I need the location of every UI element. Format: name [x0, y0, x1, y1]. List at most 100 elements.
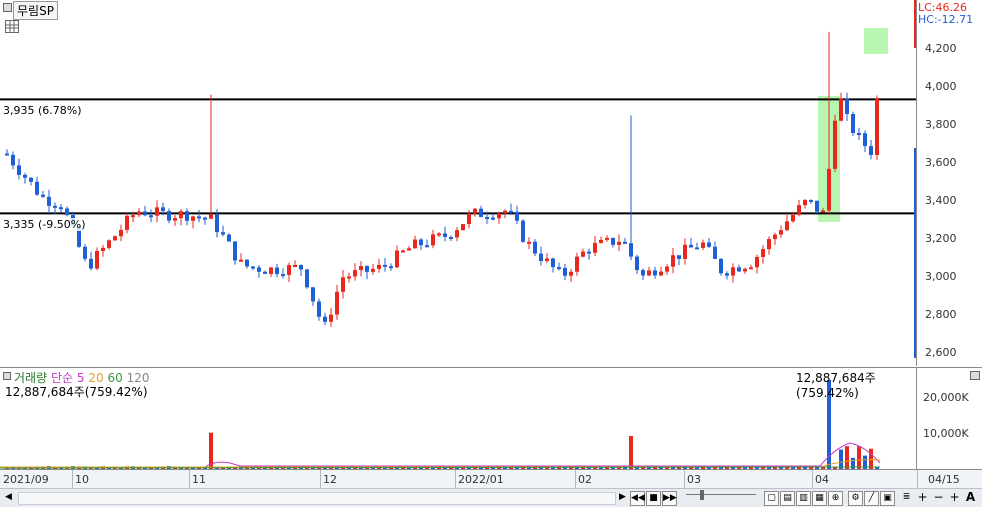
text-tool-icon[interactable]: A	[964, 491, 977, 504]
candle	[581, 248, 585, 258]
candle	[533, 239, 537, 257]
panel-menu-icon[interactable]	[970, 371, 980, 380]
layout-icon[interactable]: ▥	[796, 491, 811, 506]
panel-icon[interactable]: ▤	[780, 491, 795, 506]
candle	[401, 249, 405, 253]
candle	[341, 269, 345, 299]
candle	[317, 298, 321, 321]
candle	[845, 92, 849, 122]
candle	[23, 172, 27, 184]
candle	[293, 260, 297, 268]
stock-title[interactable]: 무림SP	[13, 1, 58, 20]
grid-icon[interactable]: ▦	[812, 491, 827, 506]
price-tick: 3,800	[925, 118, 957, 131]
panel-collapse-icon[interactable]	[3, 372, 11, 380]
candle	[89, 251, 93, 271]
candle	[203, 216, 207, 225]
candle	[311, 287, 315, 307]
candle	[569, 268, 573, 283]
candle	[155, 200, 159, 223]
hc-bar	[914, 148, 916, 358]
horizontal-scrollbar[interactable]	[18, 492, 616, 505]
candle	[539, 246, 543, 266]
volume-tick: 20,000K	[923, 391, 969, 404]
draw-line-icon[interactable]: ╱	[864, 491, 879, 506]
candle	[425, 239, 429, 248]
candle	[257, 265, 261, 278]
candle	[395, 245, 399, 269]
candle	[413, 235, 417, 249]
candle	[473, 207, 477, 217]
candle	[695, 242, 699, 250]
candle	[371, 263, 375, 275]
candle	[443, 226, 447, 242]
highlight-box	[864, 28, 888, 54]
fast-forward-icon[interactable]: ▶▶	[662, 491, 677, 506]
candle	[767, 236, 771, 255]
candle	[659, 266, 663, 277]
candle	[329, 307, 333, 327]
candle	[773, 232, 777, 245]
save-icon[interactable]: ▣	[880, 491, 895, 506]
candle	[455, 227, 459, 242]
stop-icon[interactable]: ■	[646, 491, 661, 506]
volume-tick: 10,000K	[923, 427, 969, 440]
candle	[683, 238, 687, 265]
price-scale[interactable]: LC:46.26 HC:-12.71 4,200 4,000 3,800 3,6…	[914, 0, 982, 366]
volume-chart-panel[interactable]: 거래량 단순 5 20 60 120 12,887,684주(759.42%) …	[0, 367, 917, 470]
volume-scale[interactable]: 20,000K 10,000K	[917, 367, 982, 470]
price-chart-panel[interactable]: 무림SP 3,935 (6.78%) 3,335 (-9.50%)	[0, 0, 917, 366]
candle	[665, 264, 669, 275]
zoom-in-icon-2[interactable]: +	[948, 491, 961, 504]
candle	[647, 266, 651, 277]
scroll-right-icon[interactable]: ▶	[616, 491, 629, 504]
candle	[797, 199, 801, 217]
candle	[491, 213, 495, 221]
candle	[707, 237, 711, 248]
candle	[605, 235, 609, 242]
candle	[11, 151, 15, 170]
candle	[47, 189, 51, 214]
candle	[833, 114, 837, 173]
list-icon[interactable]: ≣	[900, 491, 913, 504]
candle	[653, 266, 657, 279]
date-label: 02	[578, 473, 592, 486]
candle	[245, 259, 249, 269]
candle	[461, 223, 465, 231]
candle	[671, 247, 675, 274]
candlestick-chart[interactable]	[0, 0, 916, 366]
candle	[29, 177, 33, 186]
settings-icon[interactable]: ⚙	[848, 491, 863, 506]
candle	[197, 209, 201, 223]
candle	[191, 215, 195, 229]
candle	[617, 234, 621, 252]
candle	[677, 255, 681, 266]
candle	[437, 232, 441, 237]
rewind-icon[interactable]: ◀◀	[630, 491, 645, 506]
zoom-out-icon[interactable]: −	[932, 491, 945, 504]
date-label: 04	[815, 473, 829, 486]
candle	[851, 111, 855, 136]
price-tick: 2,800	[925, 308, 957, 321]
candle	[599, 236, 603, 244]
panel-collapse-icon[interactable]	[3, 3, 12, 12]
date-end-label: 04/15	[928, 473, 960, 486]
zoom-slider[interactable]	[686, 490, 756, 500]
candle	[689, 237, 693, 248]
candle	[563, 263, 567, 281]
candle	[65, 206, 69, 217]
date-label: 12	[323, 473, 337, 486]
link-icon[interactable]: ⊕	[828, 491, 843, 506]
window-icon[interactable]: ▢	[764, 491, 779, 506]
candle	[35, 176, 39, 196]
zoom-slider-handle[interactable]	[700, 490, 704, 500]
scroll-left-icon[interactable]: ◀	[2, 491, 15, 504]
volume-right-value: 12,887,684주(759.42%)	[796, 371, 876, 400]
candle	[587, 248, 591, 260]
candle	[185, 208, 189, 226]
grid-table-icon[interactable]	[5, 20, 19, 33]
price-tick: 4,000	[925, 80, 957, 93]
zoom-in-icon[interactable]: +	[916, 491, 929, 504]
date-axis[interactable]: 2021/09 10 11 12 2022/01 02 03 04 04/15	[0, 469, 982, 489]
candle	[551, 257, 555, 273]
